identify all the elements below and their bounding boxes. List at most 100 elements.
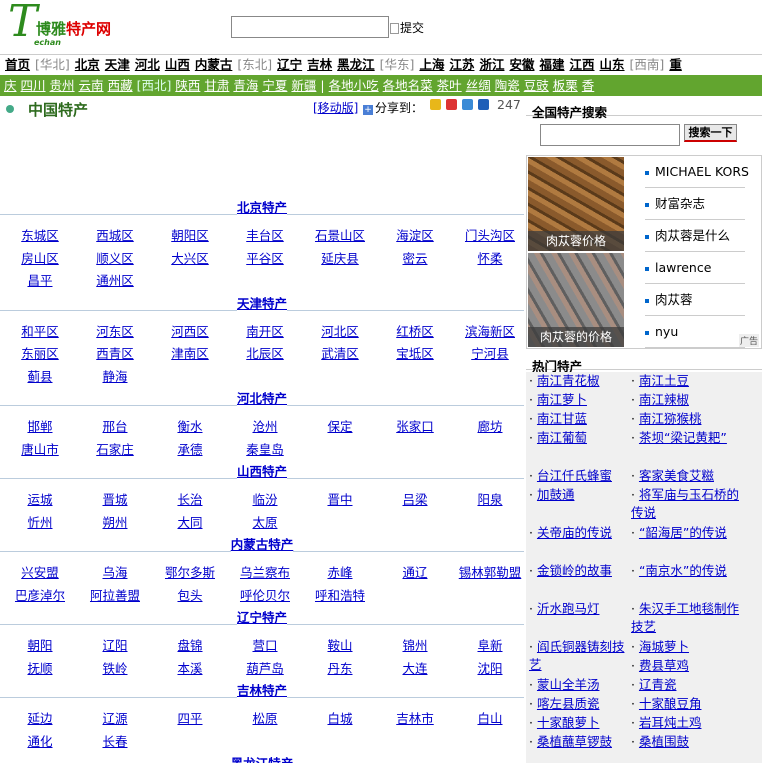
hot-item[interactable]: · 十家酿豆角: [631, 695, 739, 713]
area-link[interactable]: 盘锦: [153, 635, 227, 654]
area-link[interactable]: 朝阳: [3, 635, 77, 654]
area-link[interactable]: 门头沟区: [453, 225, 524, 244]
hot-item[interactable]: · 台江仟氏蜂蜜: [529, 467, 627, 485]
hot-item[interactable]: · 岩耳炖土鸡: [631, 714, 739, 732]
area-link[interactable]: 西青区: [78, 343, 152, 362]
area-link[interactable]: 东丽区: [3, 343, 77, 362]
area-link[interactable]: 衡水: [153, 416, 227, 435]
nav-item[interactable]: 安徽: [509, 55, 534, 75]
hot-item[interactable]: · 费县草鸡: [631, 657, 739, 675]
hot-item[interactable]: · 朱汉手工地毯制作技艺: [631, 600, 739, 636]
hot-item[interactable]: · 南江青花椒: [529, 372, 627, 390]
area-link[interactable]: 抚顺: [3, 658, 77, 677]
area-link[interactable]: 通化: [3, 731, 77, 750]
section-title-link[interactable]: 北京特产: [236, 200, 287, 215]
category-item[interactable]: 新疆: [291, 75, 316, 96]
nav-item[interactable]: 上海: [419, 55, 444, 75]
area-link[interactable]: 吕梁: [378, 489, 452, 508]
area-link[interactable]: 河东区: [78, 321, 152, 340]
area-link[interactable]: 晋城: [78, 489, 152, 508]
area-link[interactable]: 葫芦岛: [228, 658, 302, 677]
area-link[interactable]: 巴彦淖尔: [3, 585, 77, 604]
hot-item[interactable]: · 沂水跑马灯: [529, 600, 627, 618]
nav-item[interactable]: 重: [669, 55, 682, 75]
ad-link[interactable]: nyu: [645, 316, 745, 348]
area-link[interactable]: 锦州: [378, 635, 452, 654]
area-link[interactable]: 廊坊: [453, 416, 524, 435]
hot-item[interactable]: · 金锁岭的故事: [529, 562, 627, 580]
area-link[interactable]: 运城: [3, 489, 77, 508]
area-link[interactable]: 静海: [78, 366, 152, 385]
area-link[interactable]: 朔州: [78, 512, 152, 531]
area-link[interactable]: 平谷区: [228, 248, 302, 267]
hot-item[interactable]: · 南江甘蓝: [529, 410, 627, 428]
category-item[interactable]: 各地名菜: [383, 75, 433, 96]
area-link[interactable]: 保定: [303, 416, 377, 435]
area-link[interactable]: 大连: [378, 658, 452, 677]
area-link[interactable]: 滨海新区: [453, 321, 524, 340]
area-link[interactable]: 阿拉善盟: [78, 585, 152, 604]
nav-item[interactable]: 山东: [600, 55, 625, 75]
area-link[interactable]: 包头: [153, 585, 227, 604]
area-link[interactable]: 四平: [153, 708, 227, 727]
area-link[interactable]: 红桥区: [378, 321, 452, 340]
area-link[interactable]: 辽源: [78, 708, 152, 727]
hot-item[interactable]: · 辽青瓷: [631, 676, 739, 694]
category-item[interactable]: 宁夏: [262, 75, 287, 96]
section-title-link[interactable]: 黑龙江特产: [230, 756, 294, 763]
hot-item[interactable]: · 蒙山全羊汤: [529, 676, 627, 694]
category-item[interactable]: 青海: [233, 75, 258, 96]
ad-link[interactable]: MICHAEL KORS: [645, 156, 749, 188]
area-link[interactable]: 昌平: [3, 270, 77, 289]
ad-image-2[interactable]: 肉苁蓉的价格: [528, 253, 624, 347]
area-link[interactable]: 延边: [3, 708, 77, 727]
hot-item[interactable]: · 桑植蘸草锣鼓: [529, 733, 627, 751]
nav-item[interactable]: 吉林: [307, 55, 332, 75]
area-link[interactable]: 朝阳区: [153, 225, 227, 244]
ad-link[interactable]: 肉苁蓉: [645, 284, 745, 316]
section-title-link[interactable]: 辽宁特产: [236, 610, 287, 625]
area-link[interactable]: 锡林郭勒盟: [453, 562, 524, 581]
hot-item[interactable]: · 客家美食艾糍: [631, 467, 739, 485]
area-link[interactable]: 乌兰察布: [228, 562, 302, 581]
area-link[interactable]: 丰台区: [228, 225, 302, 244]
hot-item[interactable]: · 关帝庙的传说: [529, 524, 627, 542]
area-link[interactable]: 宝坻区: [378, 343, 452, 362]
nav-item[interactable]: 辽宁: [277, 55, 302, 75]
area-link[interactable]: 秦皇岛: [228, 439, 302, 458]
section-title-link[interactable]: 吉林特产: [236, 683, 287, 698]
area-link[interactable]: 晋中: [303, 489, 377, 508]
category-item[interactable]: 板栗: [553, 75, 578, 96]
area-link[interactable]: 乌海: [78, 562, 152, 581]
top-search-input[interactable]: [231, 16, 389, 38]
category-item[interactable]: 豆豉: [524, 75, 549, 96]
hot-item[interactable]: · 加鼓通: [529, 486, 627, 504]
nav-item[interactable]: 山西: [165, 55, 190, 75]
hot-item[interactable]: · 将军庙与玉石桥的传说: [631, 486, 739, 522]
nav-item[interactable]: 首页: [5, 55, 30, 75]
hot-item[interactable]: · 喀左县质瓷: [529, 695, 627, 713]
area-link[interactable]: 白城: [303, 708, 377, 727]
area-link[interactable]: 蓟县: [3, 366, 77, 385]
hot-item[interactable]: · 南江葡萄: [529, 429, 627, 447]
category-item[interactable]: 丝绸: [466, 75, 491, 96]
area-link[interactable]: 营口: [228, 635, 302, 654]
area-link[interactable]: 鞍山: [303, 635, 377, 654]
area-link[interactable]: 北辰区: [228, 343, 302, 362]
area-link[interactable]: 铁岭: [78, 658, 152, 677]
ad-image-1[interactable]: 肉苁蓉价格: [528, 157, 624, 251]
category-item[interactable]: 云南: [79, 75, 104, 96]
area-link[interactable]: 邯郸: [3, 416, 77, 435]
hot-item[interactable]: · “韶海居”的传说: [631, 524, 739, 542]
area-link[interactable]: 阜新: [453, 635, 524, 654]
nav-item[interactable]: 北京: [75, 55, 100, 75]
hot-item[interactable]: · 南江土豆: [631, 372, 739, 390]
area-link[interactable]: 大兴区: [153, 248, 227, 267]
area-link[interactable]: 西城区: [78, 225, 152, 244]
category-item[interactable]: 贵州: [50, 75, 75, 96]
area-link[interactable]: 东城区: [3, 225, 77, 244]
hot-item[interactable]: · “南京水”的传说: [631, 562, 739, 580]
category-item[interactable]: 甘肃: [204, 75, 229, 96]
nav-item[interactable]: 福建: [540, 55, 565, 75]
area-link[interactable]: 松原: [228, 708, 302, 727]
